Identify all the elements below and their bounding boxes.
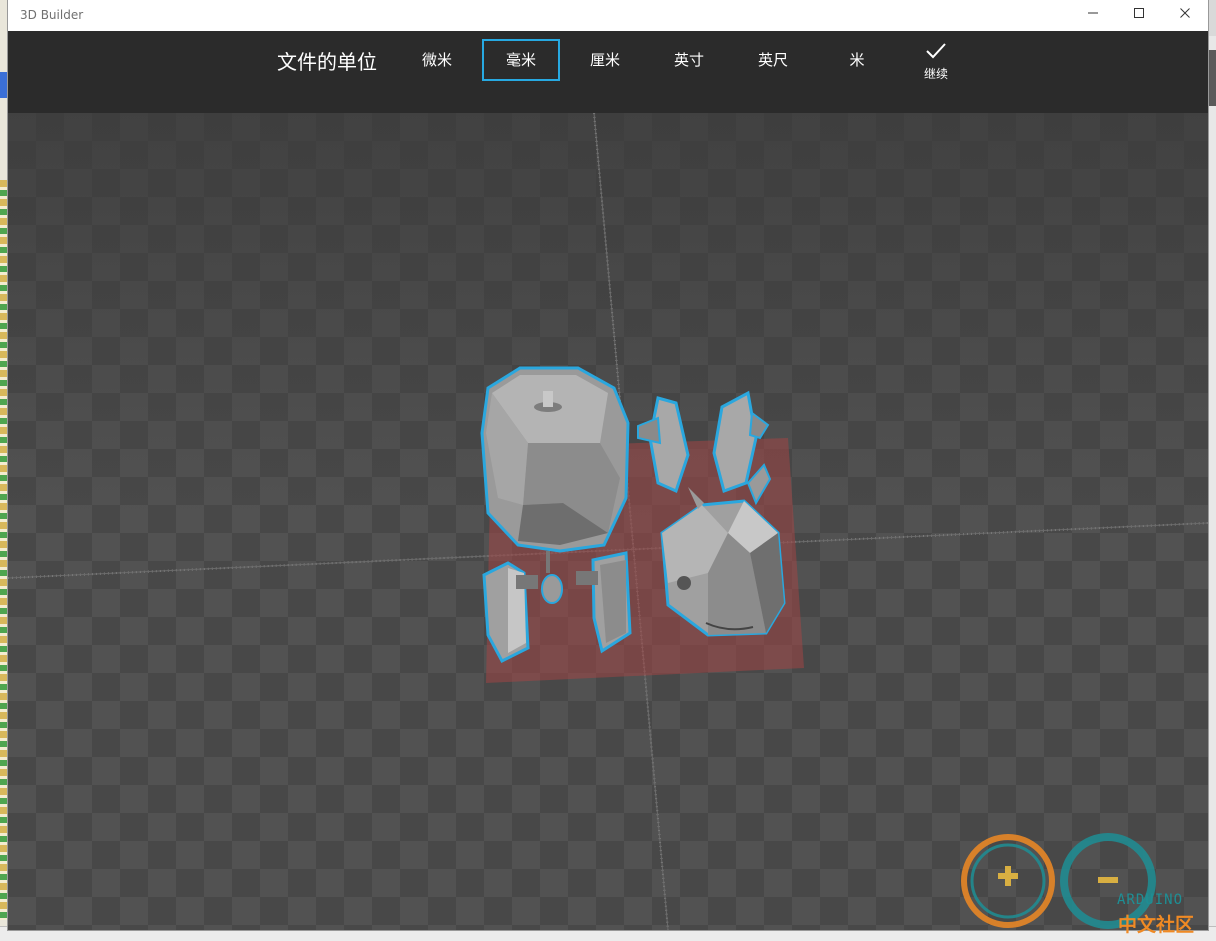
background-window-bar-right [1208,50,1216,106]
maximize-button[interactable] [1116,0,1162,31]
background-app-edge-right [1208,36,1216,936]
scene-canvas[interactable] [8,113,1208,930]
unit-meter-button[interactable]: 米 [818,39,896,81]
units-heading: 文件的单位 [277,50,377,74]
3d-viewport[interactable] [8,113,1208,930]
watermark-text: 中文社区 [1118,914,1195,936]
unit-foot-button[interactable]: 英尺 [734,39,812,81]
watermark-brand: ARDUINO [1117,892,1184,908]
unit-millimeter-button[interactable]: 毫米 [482,39,560,81]
unit-micrometer-button[interactable]: 微米 [398,39,476,81]
background-app-edge [0,0,8,940]
unit-centimeter-button[interactable]: 厘米 [566,39,644,81]
unit-inch-button[interactable]: 英寸 [650,39,728,81]
checkmark-icon [926,43,946,59]
title-bar[interactable]: 3D Builder [8,0,1208,31]
unit-toolbar: 文件的单位 微米 毫米 厘米 英寸 英尺 米 继续 [8,31,1208,113]
maximize-icon [1134,8,1144,18]
close-button[interactable] [1162,0,1208,31]
continue-label: 继续 [923,67,948,81]
background-file-list [0,180,8,920]
minimize-button[interactable] [1070,0,1116,31]
background-window-bar [0,72,8,98]
continue-button[interactable]: 继续 [906,41,966,91]
minimize-icon [1088,12,1098,14]
window-title: 3D Builder [20,8,84,22]
close-icon [1180,8,1190,18]
app-window: 3D Builder 文件的单位 微米 毫米 厘米 英寸 英尺 米 继续 [8,0,1208,930]
